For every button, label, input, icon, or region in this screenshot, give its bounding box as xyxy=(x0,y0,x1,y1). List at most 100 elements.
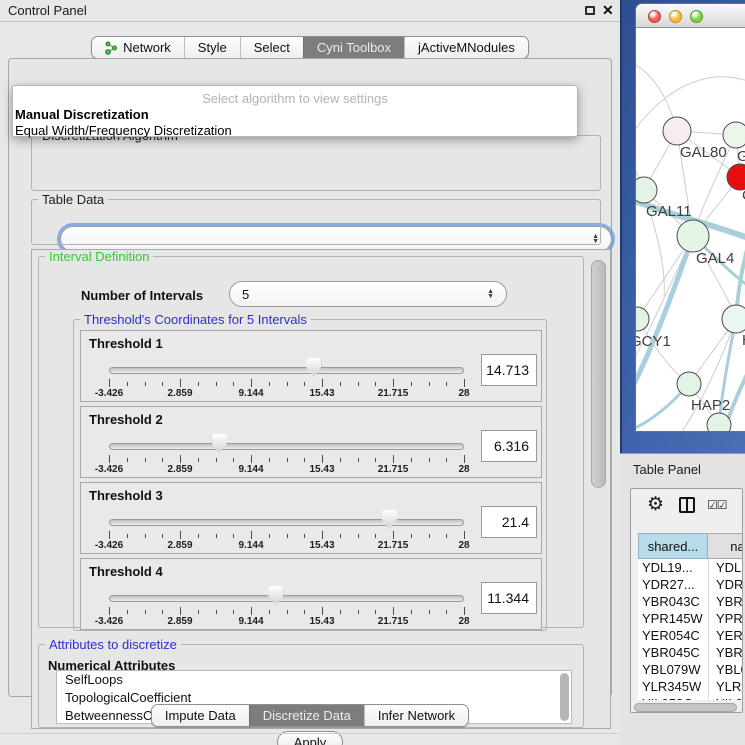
column-header-shared-name[interactable]: shared... xyxy=(638,533,708,559)
slider-track[interactable] xyxy=(109,519,464,526)
cell-shared-name[interactable]: YER054C xyxy=(638,627,708,644)
tick-label: -3.426 xyxy=(95,540,123,551)
discretization-algorithm-group: Discretization Algorithm ▲▼ xyxy=(31,135,601,191)
slider-track[interactable] xyxy=(109,443,464,450)
table-panel-title: Table Panel xyxy=(633,462,701,477)
network-node-gal80[interactable] xyxy=(663,117,691,145)
cell-name[interactable]: YBL0 xyxy=(708,661,742,678)
control-panel-title: Control Panel xyxy=(8,3,87,18)
table-horizontal-scrollbar[interactable] xyxy=(634,703,739,712)
table-row[interactable]: YDL19...YDL1 xyxy=(638,559,742,576)
tab-infer-network[interactable]: Infer Network xyxy=(364,705,468,726)
threshold-value-field[interactable]: 14.713 xyxy=(481,354,537,386)
network-canvas[interactable]: GAL80GACGAL11GAL4GCY1HHAP2 xyxy=(636,28,745,431)
tick-label: 21.715 xyxy=(378,464,409,475)
slider-track[interactable] xyxy=(109,367,464,374)
tick-mark xyxy=(251,379,252,387)
cell-shared-name[interactable]: YDL19... xyxy=(638,559,708,576)
cell-shared-name[interactable]: YBR043C xyxy=(638,593,708,610)
float-window-icon[interactable] xyxy=(585,6,595,15)
desktop-background: GAL80GACGAL11GAL4GCY1HHAP2 xyxy=(620,0,745,453)
cell-name[interactable]: YIL0 xyxy=(708,695,742,700)
gear-icon[interactable]: ⚙ xyxy=(647,493,664,516)
tab-impute-data[interactable]: Impute Data xyxy=(152,705,249,726)
cell-shared-name[interactable]: YIL052C xyxy=(638,695,708,700)
slider-ticks xyxy=(109,455,464,463)
tab-jactivemnodules[interactable]: jActiveMNodules xyxy=(404,37,528,58)
slider-tick-labels: -3.4262.8599.14415.4321.71528 xyxy=(109,388,464,400)
columns-icon[interactable] xyxy=(679,497,695,513)
tick-mark xyxy=(251,455,252,463)
tab-cyni-toolbox[interactable]: Cyni Toolbox xyxy=(303,37,404,58)
minimize-traffic-light-icon[interactable] xyxy=(669,10,682,23)
checkboxes-icon[interactable]: ☑☑ xyxy=(707,498,727,512)
scrollbar-thumb[interactable] xyxy=(634,703,737,712)
slider-handle[interactable] xyxy=(268,586,283,605)
number-of-intervals-select[interactable]: 5 ▲▼ xyxy=(229,281,507,307)
tick-label: -3.426 xyxy=(95,616,123,627)
slider-track[interactable] xyxy=(109,595,464,602)
cell-name[interactable]: YBR0 xyxy=(708,644,742,661)
slider-ticks xyxy=(109,531,464,539)
attribute-item-selfloops[interactable]: SelfLoops xyxy=(57,671,571,689)
cell-name[interactable]: YDR2 xyxy=(708,576,742,593)
option-manual-discretization[interactable]: Manual Discretization xyxy=(15,107,149,122)
network-window-titlebar[interactable] xyxy=(636,4,745,28)
table-row[interactable]: YBR043CYBR0 xyxy=(638,593,742,610)
slider-handle[interactable] xyxy=(212,434,227,453)
tick-mark xyxy=(180,531,181,539)
cyni-toolbox-panel: Discretization Algorithm ▲▼ Table Data g… xyxy=(8,58,612,697)
tick-mark xyxy=(304,382,305,386)
cell-shared-name[interactable]: YBL079W xyxy=(638,661,708,678)
close-icon[interactable]: ✕ xyxy=(602,2,614,19)
cell-shared-name[interactable]: YDR27... xyxy=(638,576,708,593)
cell-name[interactable]: YPR1 xyxy=(708,610,742,627)
algorithm-hint-option[interactable]: Select algorithm to view settings xyxy=(13,91,577,106)
cell-name[interactable]: YBR0 xyxy=(708,593,742,610)
cell-shared-name[interactable]: YLR345W xyxy=(638,678,708,695)
table-row[interactable]: YBL079WYBL0 xyxy=(638,661,742,678)
threshold-value-field[interactable]: 11.344 xyxy=(481,582,537,614)
tick-mark xyxy=(145,458,146,462)
table-row[interactable]: YLR345WYLR3 xyxy=(638,678,742,695)
table-row[interactable]: YPR145WYPR1 xyxy=(638,610,742,627)
table-row[interactable]: YDR27...YDR2 xyxy=(638,576,742,593)
tick-mark xyxy=(358,534,359,538)
tick-mark xyxy=(464,379,465,387)
zoom-traffic-light-icon[interactable] xyxy=(690,10,703,23)
slider-ticks xyxy=(109,607,464,615)
network-node-gcy1[interactable] xyxy=(636,307,649,331)
tick-label: 28 xyxy=(458,388,469,399)
threshold-value-field[interactable]: 21.4 xyxy=(481,506,537,538)
tab-network[interactable]: Network xyxy=(92,37,184,58)
cell-name[interactable]: YDL1 xyxy=(708,559,742,576)
threshold-value-field[interactable]: 6.316 xyxy=(481,430,537,462)
tab-style[interactable]: Style xyxy=(184,37,240,58)
tick-mark xyxy=(180,379,181,387)
settings-scroll-area: Interval Definition Number of Intervals … xyxy=(31,249,611,729)
network-node-gal11[interactable] xyxy=(636,177,657,203)
tick-mark xyxy=(464,531,465,539)
table-row[interactable]: YER054CYER0 xyxy=(638,627,742,644)
column-header-name[interactable]: na xyxy=(708,533,743,559)
network-node-gal4[interactable] xyxy=(677,220,709,252)
close-traffic-light-icon[interactable] xyxy=(648,10,661,23)
slider-handle[interactable] xyxy=(306,358,321,377)
tick-label: 28 xyxy=(458,616,469,627)
network-node-hap2[interactable] xyxy=(677,372,701,396)
cell-name[interactable]: YER0 xyxy=(708,627,742,644)
cell-name[interactable]: YLR3 xyxy=(708,678,742,695)
table-row[interactable]: YIL052CYIL0 xyxy=(638,695,742,700)
slider-handle[interactable] xyxy=(382,510,397,529)
option-equal-width-frequency[interactable]: Equal Width/Frequency Discretization xyxy=(15,123,232,138)
cell-shared-name[interactable]: YPR145W xyxy=(638,610,708,627)
network-node-h[interactable] xyxy=(722,305,745,333)
tick-mark xyxy=(340,610,341,614)
table-row[interactable]: YBR045CYBR0 xyxy=(638,644,742,661)
tab-label: Style xyxy=(198,40,227,55)
settings-scrollbar[interactable] xyxy=(591,260,606,488)
cell-shared-name[interactable]: YBR045C xyxy=(638,644,708,661)
tab-select[interactable]: Select xyxy=(240,37,303,58)
tick-mark xyxy=(322,607,323,615)
tab-discretize-data[interactable]: Discretize Data xyxy=(249,705,364,726)
